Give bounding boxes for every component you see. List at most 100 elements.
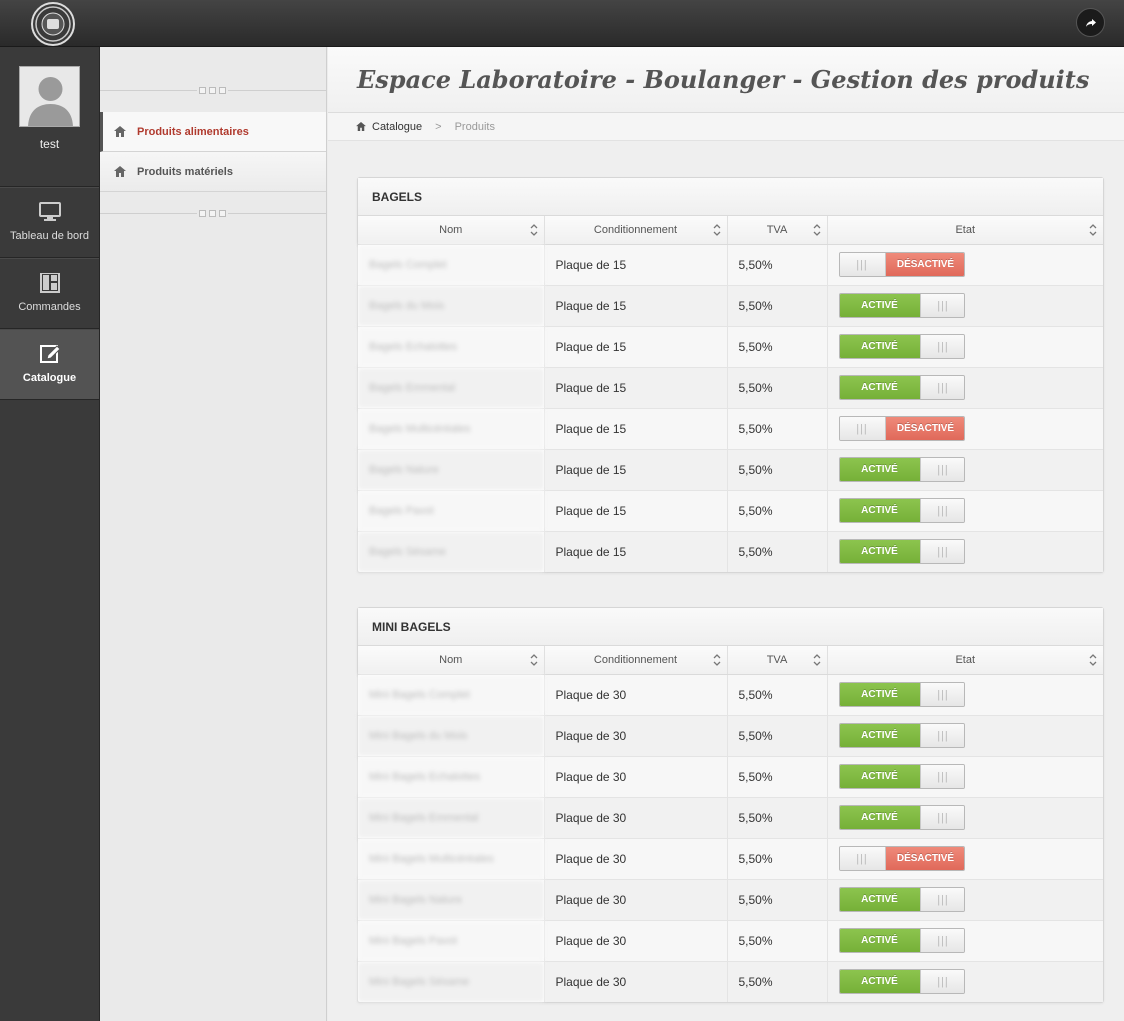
column-header-state[interactable]: Etat bbox=[827, 646, 1103, 675]
state-toggle[interactable]: ACTIVÉ ||| bbox=[838, 928, 965, 953]
table-row: Bagels Complet Plaque de 15 5,50% ||| DÉSACT… bbox=[358, 244, 1103, 286]
column-header-tva[interactable]: TVA bbox=[727, 216, 828, 245]
toggle-grip-icon: ||| bbox=[919, 765, 964, 788]
state-toggle[interactable]: ACTIVÉ ||| bbox=[838, 723, 965, 748]
product-tva: 5,50% bbox=[727, 797, 828, 839]
product-name: Mini Bagels du Mois bbox=[358, 715, 545, 757]
state-label: ACTIVÉ bbox=[839, 335, 920, 358]
toggle-grip-icon: ||| bbox=[919, 376, 964, 399]
sidebar-item-label: Tableau de bord bbox=[10, 230, 89, 242]
product-name: Mini Bagels Emmental bbox=[358, 797, 545, 839]
panel-title: BAGELS bbox=[358, 178, 1103, 216]
state-toggle[interactable]: ACTIVÉ ||| bbox=[838, 334, 965, 359]
toggle-grip-icon: ||| bbox=[919, 499, 964, 522]
column-header-name[interactable]: Nom bbox=[358, 646, 545, 675]
column-header-label: TVA bbox=[766, 653, 788, 666]
table-row: Bagels Echalottes Plaque de 15 5,50% ACTIVÉ… bbox=[358, 326, 1103, 368]
state-label: ACTIVÉ bbox=[839, 499, 920, 522]
toggle-grip-icon: ||| bbox=[919, 458, 964, 481]
product-packaging: Plaque de 15 bbox=[544, 285, 728, 327]
product-tva: 5,50% bbox=[727, 838, 828, 880]
state-toggle[interactable]: ACTIVÉ ||| bbox=[838, 887, 965, 912]
sub-sidebar: Produits alimentaires Produits matériels bbox=[100, 47, 327, 1021]
product-packaging: Plaque de 30 bbox=[544, 674, 728, 716]
sidebar-item-orders[interactable]: Commandes bbox=[0, 258, 99, 329]
state-toggle[interactable]: ACTIVÉ ||| bbox=[838, 457, 965, 482]
product-state-cell: ACTIVÉ ||| bbox=[827, 367, 1103, 409]
column-header-name[interactable]: Nom bbox=[358, 216, 545, 245]
state-toggle[interactable]: ||| DÉSACTIVÉ bbox=[838, 252, 965, 277]
product-packaging: Plaque de 15 bbox=[544, 367, 728, 409]
panel-title: MINI BAGELS bbox=[358, 608, 1103, 646]
toggle-grip-icon: ||| bbox=[919, 888, 964, 911]
subnav-item-label: Produits matériels bbox=[137, 165, 233, 178]
state-label: ACTIVÉ bbox=[839, 458, 920, 481]
product-name: Bagels Complet bbox=[358, 244, 545, 286]
product-name: Bagels Nature bbox=[358, 449, 545, 491]
state-toggle[interactable]: ACTIVÉ ||| bbox=[838, 539, 965, 565]
product-state-cell: ||| DÉSACTIVÉ bbox=[827, 408, 1103, 450]
product-packaging: Plaque de 30 bbox=[544, 879, 728, 921]
state-toggle[interactable]: ||| DÉSACTIVÉ bbox=[838, 846, 965, 871]
product-tva: 5,50% bbox=[727, 879, 828, 921]
column-header-packaging[interactable]: Conditionnement bbox=[544, 646, 728, 675]
sidebar-item-catalogue[interactable]: Catalogue bbox=[0, 329, 99, 400]
toggle-grip-icon: ||| bbox=[919, 724, 964, 747]
product-tva: 5,50% bbox=[727, 674, 828, 716]
column-header-state[interactable]: Etat bbox=[827, 216, 1103, 245]
table-row: Bagels Multicéréales Plaque de 15 5,50% |||… bbox=[358, 408, 1103, 450]
toggle-grip-icon: ||| bbox=[919, 929, 964, 952]
breadcrumb-link-catalogue[interactable]: Catalogue bbox=[372, 121, 422, 133]
product-packaging: Plaque de 15 bbox=[544, 490, 728, 532]
product-name: Bagels Pavot bbox=[358, 490, 545, 532]
product-state-cell: ACTIVÉ ||| bbox=[827, 449, 1103, 491]
state-toggle[interactable]: ACTIVÉ ||| bbox=[838, 293, 965, 318]
table-row: Mini Bagels Nature Plaque de 30 5,50% ACTIV… bbox=[358, 879, 1103, 921]
product-name: Bagels Multicéréales bbox=[358, 408, 545, 450]
product-tva: 5,50% bbox=[727, 961, 828, 1002]
column-header-label: Conditionnement bbox=[593, 223, 678, 236]
avatar[interactable] bbox=[19, 66, 80, 127]
state-toggle[interactable]: ACTIVÉ ||| bbox=[838, 764, 965, 789]
column-header-tva[interactable]: TVA bbox=[727, 646, 828, 675]
state-label: ACTIVÉ bbox=[839, 806, 920, 829]
home-icon bbox=[114, 166, 126, 177]
layout-grid-icon bbox=[39, 273, 60, 293]
sidebar-item-dashboard[interactable]: Tableau de bord bbox=[0, 187, 99, 258]
sort-icon bbox=[1089, 224, 1097, 236]
product-table: Nom Conditionnement TVA Etat Mini Bagels Com… bbox=[358, 646, 1103, 1002]
state-label: ACTIVÉ bbox=[839, 540, 920, 564]
column-header-packaging[interactable]: Conditionnement bbox=[544, 216, 728, 245]
home-icon bbox=[356, 122, 366, 131]
share-button[interactable] bbox=[1076, 8, 1105, 37]
divider bbox=[100, 192, 326, 217]
state-toggle[interactable]: ||| DÉSACTIVÉ bbox=[838, 416, 965, 441]
product-state-cell: ||| DÉSACTIVÉ bbox=[827, 244, 1103, 286]
state-toggle[interactable]: ACTIVÉ ||| bbox=[838, 805, 965, 830]
subnav-item-label: Produits alimentaires bbox=[137, 125, 249, 138]
sidebar-item-label: Catalogue bbox=[22, 372, 77, 384]
table-row: Bagels Nature Plaque de 15 5,50% ACTIVÉ ||| bbox=[358, 449, 1103, 491]
state-toggle[interactable]: ACTIVÉ ||| bbox=[838, 682, 965, 707]
product-state-cell: ACTIVÉ ||| bbox=[827, 285, 1103, 327]
product-state-cell: ACTIVÉ ||| bbox=[827, 490, 1103, 532]
state-label: ACTIVÉ bbox=[839, 970, 920, 994]
product-packaging: Plaque de 15 bbox=[544, 449, 728, 491]
product-state-cell: ACTIVÉ ||| bbox=[827, 715, 1103, 757]
user-profile: test bbox=[0, 66, 99, 187]
product-packaging: Plaque de 15 bbox=[544, 408, 728, 450]
subnav-item-material-products[interactable]: Produits matériels bbox=[100, 152, 326, 192]
product-packaging: Plaque de 30 bbox=[544, 715, 728, 757]
product-packaging: Plaque de 30 bbox=[544, 797, 728, 839]
product-packaging: Plaque de 15 bbox=[544, 326, 728, 368]
product-packaging: Plaque de 30 bbox=[544, 961, 728, 1002]
main-sidebar: test Tableau de bord Commandes Catalogue bbox=[0, 47, 100, 1021]
state-toggle[interactable]: ACTIVÉ ||| bbox=[838, 498, 965, 523]
state-toggle[interactable]: ACTIVÉ ||| bbox=[838, 375, 965, 400]
product-state-cell: ||| DÉSACTIVÉ bbox=[827, 838, 1103, 880]
product-panel: MINI BAGELS Nom Conditionnement TVA Etat Mini… bbox=[357, 607, 1104, 1003]
brand-logo-icon[interactable] bbox=[31, 2, 75, 46]
subnav-item-food-products[interactable]: Produits alimentaires bbox=[100, 112, 326, 152]
state-toggle[interactable]: ACTIVÉ ||| bbox=[838, 969, 965, 995]
breadcrumb: Catalogue > Produits bbox=[328, 113, 1124, 141]
